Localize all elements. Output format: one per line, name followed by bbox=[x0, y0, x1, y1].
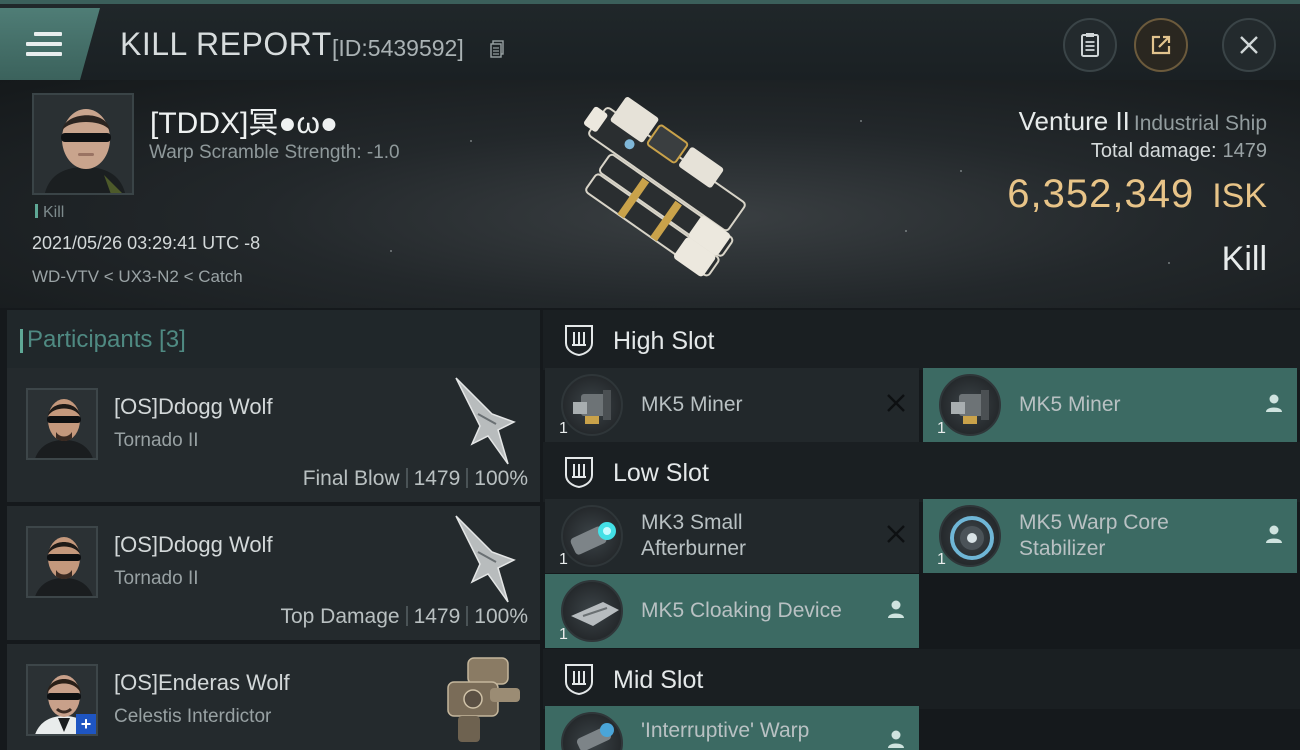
module-quantity: 1 bbox=[559, 626, 568, 643]
module-quantity: 1 bbox=[559, 420, 568, 437]
module-item[interactable]: 1 MK5 Miner bbox=[923, 368, 1297, 442]
victim-avatar[interactable] bbox=[32, 93, 134, 195]
high-slot-header: High Slot bbox=[543, 310, 1300, 370]
participants-panel: Participants [3] [OS]Ddogg Wolf Tornado … bbox=[0, 308, 543, 750]
participant-avatar[interactable] bbox=[26, 388, 98, 460]
miner-module-icon bbox=[561, 374, 623, 436]
cloaking-device-icon bbox=[561, 580, 623, 642]
participants-header: Participants [3] bbox=[7, 310, 540, 368]
kill-location: WD-VTV < UX3-N2 < Catch bbox=[32, 267, 243, 286]
mid-slot-header: Mid Slot bbox=[543, 649, 1300, 709]
participant-card[interactable]: + [OS]Enderas Wolf Celestis Interdictor bbox=[7, 644, 540, 750]
participant-name: [OS]Enderas Wolf bbox=[114, 670, 290, 695]
module-quantity: 1 bbox=[937, 551, 946, 568]
person-icon bbox=[888, 600, 904, 618]
victim-ship-image bbox=[584, 97, 746, 277]
clipboard-button[interactable] bbox=[1063, 18, 1117, 72]
close-icon bbox=[1240, 36, 1258, 54]
module-name: MK5 Miner bbox=[641, 393, 743, 416]
participants-title: Participants [3] bbox=[20, 326, 186, 353]
module-name: MK3 Small Afterburner bbox=[641, 511, 747, 560]
participant-stats: Top Damage 1479 100% bbox=[280, 605, 528, 629]
high-slot-icon bbox=[565, 325, 593, 357]
warp-core-stabilizer-icon bbox=[939, 505, 1001, 567]
module-quantity: 1 bbox=[937, 420, 946, 437]
participant-role: Final Blow bbox=[302, 467, 400, 490]
afterburner-module-icon bbox=[561, 505, 623, 567]
total-damage: Total damage: 1479 bbox=[1091, 140, 1267, 163]
participant-damage: 1479 bbox=[413, 605, 461, 628]
module-name: MK5 Warp Core Stabilizer bbox=[1019, 511, 1169, 560]
close-button[interactable] bbox=[1222, 18, 1276, 72]
mid-slot-label: Mid Slot bbox=[613, 666, 704, 694]
mid-slot-icon bbox=[565, 664, 593, 696]
participant-card[interactable]: [OS]Ddogg Wolf Tornado II Final Blow 1479… bbox=[7, 368, 540, 502]
total-damage-value: 1479 bbox=[1222, 140, 1268, 162]
fitting-panel: High Slot 1 MK5 Miner 1 MK5 Miner Low Sl… bbox=[543, 308, 1300, 750]
kill-tag: Kill bbox=[35, 204, 64, 222]
module-item[interactable]: 1 MK5 Cloaking Device bbox=[545, 574, 919, 648]
participant-card[interactable]: [OS]Ddogg Wolf Tornado II Top Damage 1479… bbox=[7, 506, 540, 640]
low-slot-icon bbox=[565, 457, 593, 489]
page-title: KILL REPORT bbox=[120, 26, 332, 62]
clipboard-icon bbox=[1081, 33, 1099, 57]
share-icon bbox=[1151, 35, 1171, 55]
participant-percent: 100% bbox=[474, 605, 528, 628]
ship-class: Industrial Ship bbox=[1133, 112, 1267, 135]
destroyed-icon bbox=[887, 525, 905, 543]
participant-name: [OS]Ddogg Wolf bbox=[114, 394, 273, 419]
result-label: Kill bbox=[1221, 240, 1267, 278]
share-button[interactable] bbox=[1134, 18, 1188, 72]
kill-timestamp: 2021/05/26 03:29:41 UTC -8 bbox=[32, 233, 261, 253]
ship-info: Venture II Industrial Ship bbox=[1019, 106, 1267, 137]
module-item[interactable]: 'Interruptive' Warp bbox=[545, 706, 919, 750]
isk-unit: ISK bbox=[1212, 177, 1267, 215]
module-quantity: 1 bbox=[559, 551, 568, 568]
participant-avatar[interactable]: + bbox=[26, 664, 98, 736]
menu-icon bbox=[26, 32, 62, 62]
destroyed-icon bbox=[887, 394, 905, 412]
copy-icon[interactable] bbox=[490, 40, 504, 58]
module-name: 'Interruptive' Warp bbox=[641, 719, 810, 742]
person-icon bbox=[1266, 394, 1282, 412]
high-slot-label: High Slot bbox=[613, 327, 715, 355]
header-bar: KILL REPORT [ID:5439592] bbox=[0, 0, 1300, 80]
participant-ship-image bbox=[455, 515, 516, 603]
participant-ship: Tornado II bbox=[114, 430, 199, 451]
report-id: [ID:5439592] bbox=[332, 35, 464, 61]
miner-module-icon bbox=[939, 374, 1001, 436]
participant-ship: Tornado II bbox=[114, 568, 199, 589]
isk-value: 6,352,349 ISK bbox=[1007, 172, 1267, 217]
low-slot-header: Low Slot bbox=[543, 442, 1300, 502]
participant-ship-image bbox=[455, 377, 516, 465]
participant-percent: 100% bbox=[474, 467, 528, 490]
person-icon bbox=[1266, 525, 1282, 543]
ship-name: Venture II bbox=[1018, 106, 1130, 136]
module-item[interactable]: 1 MK5 Miner bbox=[545, 368, 919, 442]
participant-ship: Celestis Interdictor bbox=[114, 706, 272, 727]
low-slot-label: Low Slot bbox=[613, 459, 709, 487]
participant-name: [OS]Ddogg Wolf bbox=[114, 532, 273, 557]
participant-damage: 1479 bbox=[413, 467, 461, 490]
module-item[interactable]: 1 MK3 Small Afterburner bbox=[545, 499, 919, 573]
module-item[interactable]: 1 MK5 Warp Core Stabilizer bbox=[923, 499, 1297, 573]
total-damage-label: Total damage: bbox=[1090, 140, 1217, 162]
participant-role: Top Damage bbox=[280, 605, 400, 628]
victim-name: [TDDX]冥●ω● bbox=[150, 107, 338, 140]
participant-ship-image bbox=[447, 657, 520, 742]
module-name: MK5 Miner bbox=[1019, 393, 1121, 416]
participant-stats: Final Blow 1479 100% bbox=[303, 467, 528, 491]
menu-button[interactable] bbox=[0, 8, 100, 80]
module-name: MK5 Cloaking Device bbox=[641, 599, 842, 622]
warp-scramble-strength: Warp Scramble Strength: -1.0 bbox=[149, 142, 400, 163]
plus-badge-icon: + bbox=[76, 714, 96, 734]
isk-amount: 6,352,349 bbox=[1007, 172, 1195, 216]
kill-summary: [TDDX]冥●ω● Warp Scramble Strength: -1.0 … bbox=[0, 80, 1300, 308]
participant-avatar[interactable] bbox=[26, 526, 98, 598]
warp-disruptor-icon bbox=[561, 712, 623, 750]
person-icon bbox=[888, 730, 904, 748]
